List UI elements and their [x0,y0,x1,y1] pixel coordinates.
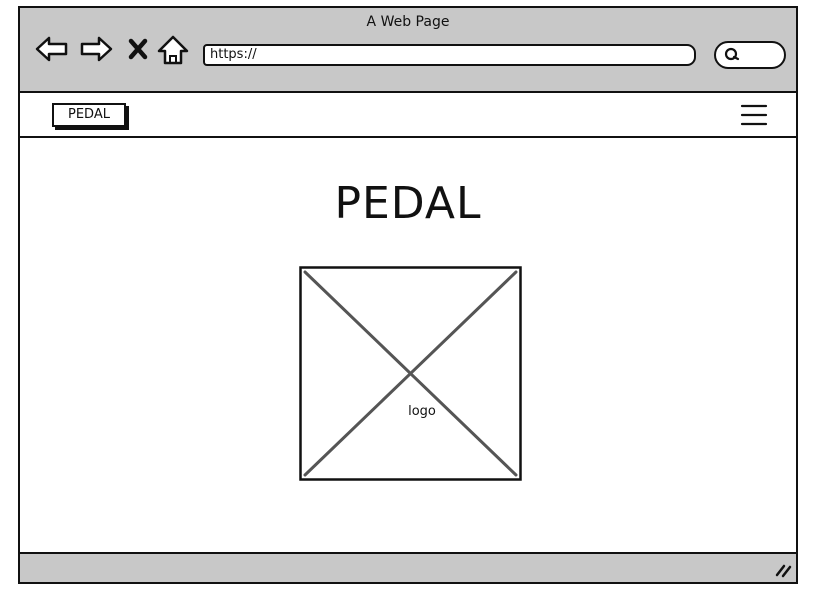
search-button[interactable] [714,41,786,69]
forward-arrow-icon [80,36,113,62]
resize-handle[interactable] [774,561,792,579]
home-button[interactable] [156,34,190,65]
logo-label: logo [408,404,436,419]
resize-grip-icon [775,564,792,578]
forward-button[interactable] [78,34,114,64]
browser-window: A Web Page https:// PEDAL PEDAL logo [18,6,798,584]
menu-button[interactable] [740,102,768,128]
back-arrow-icon [35,36,68,62]
brand-button[interactable]: PEDAL [52,103,126,127]
home-icon [157,35,189,65]
page-title: PEDAL [334,178,482,229]
browser-chrome: A Web Page https:// [20,8,796,93]
url-input[interactable]: https:// [203,44,696,66]
stop-button[interactable] [124,34,152,64]
site-navbar: PEDAL [20,93,796,138]
logo-image-placeholder [299,266,522,481]
search-icon [724,47,740,61]
window-title: A Web Page [366,14,450,30]
back-button[interactable] [34,34,70,64]
hamburger-menu-icon [740,104,768,126]
close-icon [128,38,148,60]
status-bar [20,552,796,582]
